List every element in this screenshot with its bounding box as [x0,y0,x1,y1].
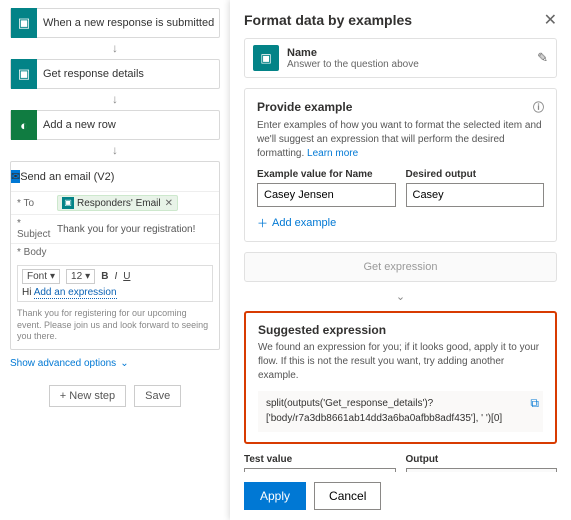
field-label-body: * Body [17,247,57,258]
edit-icon[interactable]: ✎ [537,50,548,66]
email-to-row: * To ▣ Responders' Email ✕ [11,192,219,215]
chevron-down-icon: ⌄ [120,358,128,369]
show-advanced-options[interactable]: Show advanced options⌄ [10,358,129,369]
field-name: Name [287,47,529,59]
chevron-down-icon: ▾ [85,271,90,282]
email-body-editor[interactable]: Font ▾ 12 ▾ B I U Hi Add an expression [17,265,213,302]
forms-icon: ▣ [62,197,74,209]
step-label: When a new response is submitted [37,17,214,29]
card-subtext: Enter examples of how you want to format… [257,120,542,159]
flow-canvas: ▣ When a new response is submitted ↓ ▣ G… [0,0,230,407]
remove-pill-icon[interactable]: ✕ [165,198,173,209]
card-title: Provide example [257,100,352,114]
arrow-icon: ↓ [10,42,220,54]
step-send-email[interactable]: ✉ Send an email (V2) * To ▣ Responders' … [10,161,220,350]
arrow-icon: ↓ [10,144,220,156]
font-size-select[interactable]: 12 ▾ [66,269,95,284]
add-expression-placeholder[interactable]: Add an expression [34,287,117,299]
copy-icon[interactable]: ⧉ [530,395,539,412]
field-label-to: * To [17,198,57,209]
step-label: Add a new row [37,119,116,131]
card-title: Suggested expression [258,323,386,337]
save-button[interactable]: Save [134,385,181,407]
new-step-button[interactable]: + New step [49,385,126,407]
desired-output-input[interactable] [406,183,545,207]
add-example-button[interactable]: ＋Add example [257,215,336,231]
close-icon[interactable]: ✕ [544,10,557,30]
subject-input[interactable]: Thank you for your registration! [57,224,213,235]
test-value-label: Test value [244,454,396,465]
get-expression-button: Get expression [244,252,557,282]
outlook-icon: ✉ [11,170,20,183]
step-add-row[interactable]: ◐ Add a new row [10,110,220,140]
italic-button[interactable]: I [114,271,117,282]
step-label: Send an email (V2) [20,171,114,183]
learn-more-link[interactable]: Learn more [307,148,358,159]
cancel-button[interactable]: Cancel [314,482,381,510]
code-line: ['body/r7a3db8661ab14dd3a6ba0afbb8adf435… [266,412,517,427]
chevron-down-icon[interactable]: ⌄ [244,290,557,303]
step-new-response[interactable]: ▣ When a new response is submitted [10,8,220,38]
pill-label: Responders' Email [77,198,161,209]
selected-field-card: ▣ Name Answer to the question above ✎ [244,38,557,78]
body-text: Hi [22,287,31,298]
dataverse-icon: ◐ [11,110,37,140]
info-icon[interactable]: ⓘ [533,99,544,115]
email-subject-row: * Subject Thank you for your registratio… [11,215,219,244]
email-body-row: * Body [11,244,219,261]
example-value-label: Example value for Name [257,169,396,180]
card-subtext: We found an expression for you; if it lo… [258,341,543,383]
step-label: Get response details [37,68,144,80]
output-label: Output [406,454,558,465]
format-data-panel: Format data by examples ✕ ▣ Name Answer … [230,0,571,520]
plus-icon: ＋ [257,215,268,231]
example-value-input[interactable] [257,183,396,207]
apply-button[interactable]: Apply [244,482,306,510]
panel-footer: Apply Cancel [230,472,571,520]
underline-button[interactable]: U [123,271,130,282]
suggested-expression-card: Suggested expression We found an express… [244,311,557,444]
expression-code: ⧉ split(outputs('Get_response_details')?… [258,391,543,432]
forms-icon: ▣ [11,59,37,89]
arrow-icon: ↓ [10,93,220,105]
font-select[interactable]: Font ▾ [22,269,60,284]
field-label-subject: * Subject [17,218,57,240]
rich-text-toolbar: Font ▾ 12 ▾ B I U [22,269,208,284]
code-line: split(outputs('Get_response_details')? [266,397,517,412]
provide-example-card: Provide example ⓘ Enter examples of how … [244,88,557,242]
forms-icon: ▣ [11,8,37,38]
body-help-text: Thank you for registering for our upcomi… [11,306,219,343]
field-subtitle: Answer to the question above [287,59,529,70]
chevron-down-icon: ▾ [50,271,55,282]
panel-title: Format data by examples [244,12,412,28]
responders-email-pill[interactable]: ▣ Responders' Email ✕ [57,195,178,211]
bold-button[interactable]: B [101,271,108,282]
forms-icon: ▣ [253,45,279,71]
desired-output-label: Desired output [406,169,545,180]
step-get-response[interactable]: ▣ Get response details [10,59,220,89]
